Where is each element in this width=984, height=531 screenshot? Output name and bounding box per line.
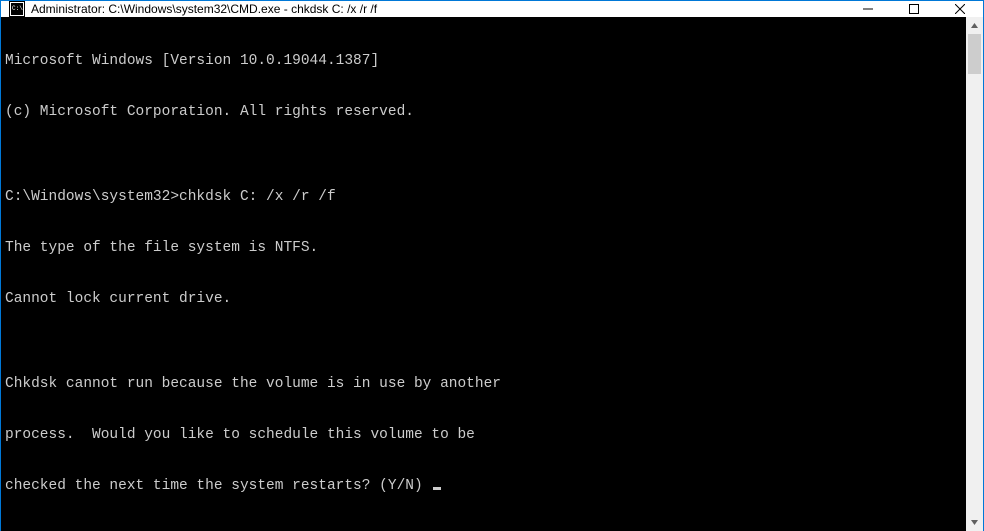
console-cursor [433, 487, 441, 490]
scroll-thumb[interactable] [968, 34, 981, 74]
console-line: Cannot lock current drive. [5, 291, 962, 308]
console-prompt-line: checked the next time the system restart… [5, 478, 962, 495]
window-title: Administrator: C:\Windows\system32\CMD.e… [31, 2, 845, 16]
titlebar[interactable]: C:\ Administrator: C:\Windows\system32\C… [1, 1, 983, 17]
maximize-button[interactable] [891, 1, 937, 17]
console-line: Chkdsk cannot run because the volume is … [5, 376, 962, 393]
console-line: process. Would you like to schedule this… [5, 427, 962, 444]
client-area: Microsoft Windows [Version 10.0.19044.13… [1, 17, 983, 531]
console-line: The type of the file system is NTFS. [5, 240, 962, 257]
vertical-scrollbar[interactable] [966, 17, 983, 531]
console-command-line: C:\Windows\system32>chkdsk C: /x /r /f [5, 189, 962, 206]
minimize-button[interactable] [845, 1, 891, 17]
console-question: checked the next time the system restart… [5, 478, 431, 494]
window-controls [845, 1, 983, 17]
cmd-icon: C:\ [9, 1, 25, 17]
scroll-up-button[interactable] [966, 17, 983, 34]
console-line: (c) Microsoft Corporation. All rights re… [5, 104, 962, 121]
svg-text:C:\: C:\ [12, 5, 23, 12]
console-output[interactable]: Microsoft Windows [Version 10.0.19044.13… [1, 17, 966, 531]
cmd-window: C:\ Administrator: C:\Windows\system32\C… [1, 1, 983, 516]
console-prompt: C:\Windows\system32> [5, 189, 179, 205]
close-button[interactable] [937, 1, 983, 17]
console-command: chkdsk C: /x /r /f [179, 189, 336, 205]
console-line: Microsoft Windows [Version 10.0.19044.13… [5, 53, 962, 70]
scroll-track[interactable] [966, 34, 983, 514]
